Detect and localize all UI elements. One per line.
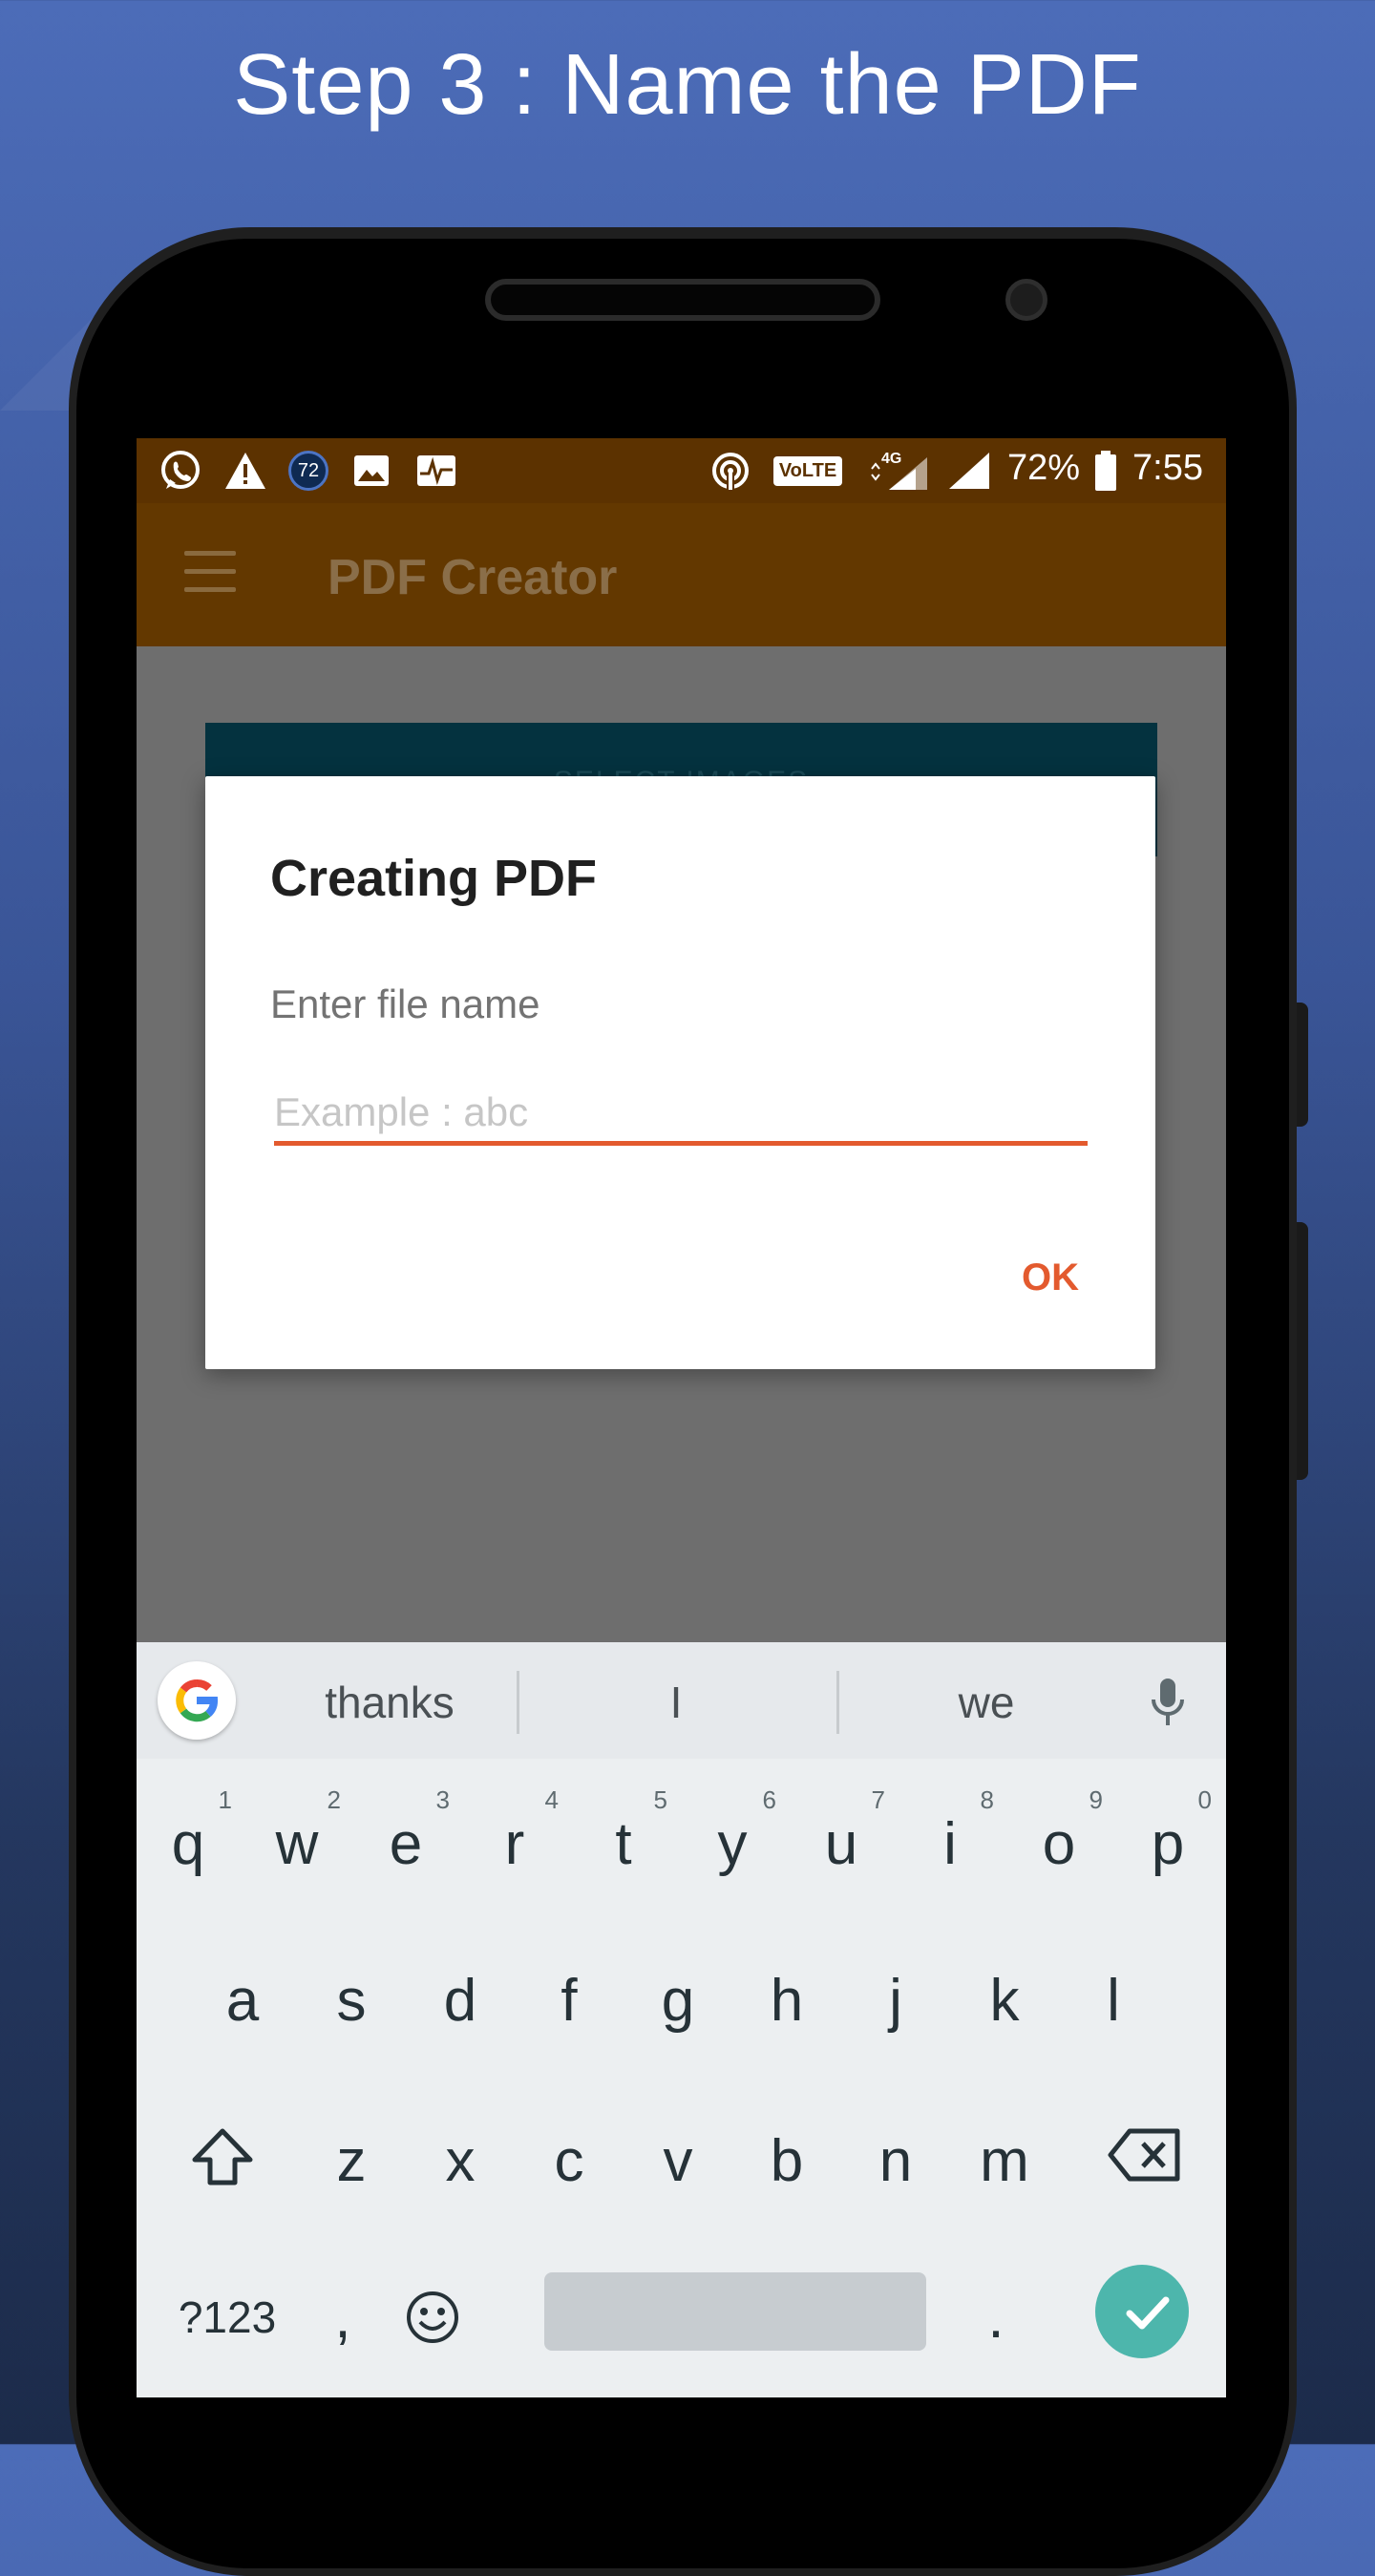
key-b[interactable]: b (735, 2089, 838, 2232)
key-g[interactable]: g (626, 1929, 730, 2072)
shift-key[interactable] (165, 2089, 280, 2232)
hotspot-icon (708, 450, 753, 492)
shift-icon (165, 2127, 280, 2201)
key-e[interactable]: 3e (354, 1772, 457, 1915)
key-j[interactable]: j (844, 1929, 947, 2072)
ok-button[interactable]: OK (988, 1244, 1112, 1311)
dialog-title: Creating PDF (270, 850, 598, 907)
space-key[interactable] (544, 2272, 926, 2351)
key-i[interactable]: 8i (899, 1772, 1002, 1915)
dialog-message: Enter file name (270, 982, 540, 1026)
badge-icon: 72 (286, 450, 331, 492)
key-q[interactable]: 1q (137, 1772, 240, 1915)
comma-key[interactable]: , (305, 2246, 381, 2389)
suggestion-bar: thanks I we (137, 1642, 1226, 1759)
suggestion-3[interactable]: we (848, 1677, 1125, 1728)
backspace-icon (1082, 2127, 1206, 2197)
signal-4g-icon: 4G (866, 450, 933, 492)
key-t[interactable]: 5t (572, 1772, 675, 1915)
filename-input[interactable] (274, 1084, 1088, 1146)
whatsapp-icon (158, 450, 203, 492)
suggestion-divider (517, 1671, 519, 1734)
key-k[interactable]: k (953, 1929, 1056, 2072)
volte-icon: VoLTE (772, 450, 844, 492)
key-r[interactable]: 4r (463, 1772, 566, 1915)
svg-text:4G: 4G (881, 451, 901, 467)
done-key[interactable] (1095, 2265, 1189, 2358)
activity-icon (415, 450, 457, 492)
phone-camera (1005, 279, 1047, 321)
menu-icon[interactable] (184, 551, 236, 595)
phone-speaker (485, 279, 880, 321)
suggestion-1[interactable]: thanks (270, 1677, 509, 1728)
key-p[interactable]: 0p (1116, 1772, 1219, 1915)
key-n[interactable]: n (844, 2089, 947, 2232)
emoji-icon (381, 2290, 484, 2359)
key-h[interactable]: h (735, 1929, 838, 2072)
battery-icon (1091, 450, 1120, 492)
key-c[interactable]: c (518, 2089, 621, 2232)
status-bar: 72 VoLTE 4G 72% 7:55 (137, 438, 1226, 503)
key-o[interactable]: 9o (1007, 1772, 1111, 1915)
app-bar: PDF Creator (137, 503, 1226, 646)
key-x[interactable]: x (409, 2089, 512, 2232)
key-a[interactable]: a (191, 1929, 294, 2072)
period-key[interactable]: . (948, 2246, 1044, 2389)
app-title: PDF Creator (328, 550, 618, 605)
key-l[interactable]: l (1062, 1929, 1165, 2072)
key-v[interactable]: v (626, 2089, 730, 2232)
warning-icon (222, 450, 268, 492)
image-icon (352, 450, 391, 492)
notification-badge: 72 (288, 451, 328, 491)
signal-icon (945, 450, 993, 492)
key-w[interactable]: 2w (245, 1772, 349, 1915)
emoji-key[interactable] (381, 2246, 484, 2389)
key-f[interactable]: f (518, 1929, 621, 2072)
battery-percent: 72% (1007, 448, 1081, 488)
mic-icon[interactable] (1144, 1675, 1192, 1732)
suggestion-2[interactable]: I (528, 1677, 824, 1728)
key-u[interactable]: 7u (790, 1772, 893, 1915)
key-s[interactable]: s (300, 1929, 403, 2072)
symbols-key[interactable]: ?123 (156, 2246, 299, 2389)
create-pdf-dialog: Creating PDF Enter file name OK (205, 776, 1155, 1369)
clock: 7:55 (1132, 448, 1203, 488)
backspace-key[interactable] (1082, 2089, 1206, 2232)
key-d[interactable]: d (409, 1929, 512, 2072)
google-icon[interactable] (158, 1661, 236, 1740)
phone-screen: 72 VoLTE 4G 72% 7:55 PDF Creator SEL (137, 438, 1226, 2397)
phone-side-button (1297, 1222, 1308, 1480)
headline: Step 3 : Name the PDF (233, 37, 1142, 133)
suggestion-divider (836, 1671, 839, 1734)
check-icon (1126, 2296, 1170, 2330)
keyboard: thanks I we 1q 2w 3e 4r 5t 6y 7u 8i 9o 0… (137, 1642, 1226, 2397)
phone-side-button (1297, 1003, 1308, 1127)
key-m[interactable]: m (953, 2089, 1056, 2232)
key-y[interactable]: 6y (681, 1772, 784, 1915)
key-z[interactable]: z (300, 2089, 403, 2232)
